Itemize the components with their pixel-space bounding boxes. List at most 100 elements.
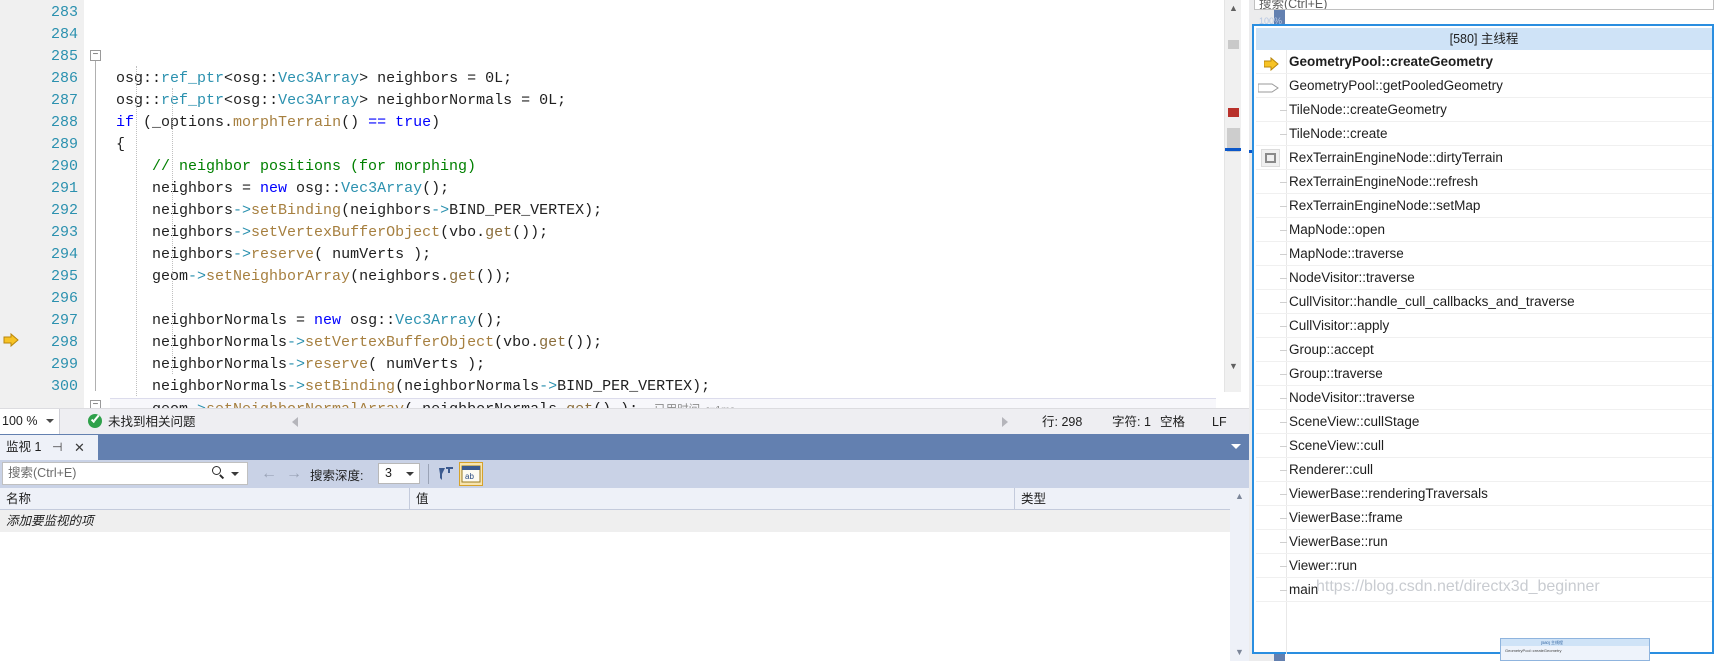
callstack-row[interactable]: MapNode::traverse: [1256, 242, 1712, 266]
pin-icon[interactable]: ⊣: [52, 435, 62, 460]
search-depth-combo[interactable]: 3: [378, 463, 420, 484]
code-token: ->: [233, 246, 252, 263]
callstack-row[interactable]: Viewer::run: [1256, 554, 1712, 578]
callstack-row-icon-cell: [1256, 362, 1287, 385]
callstack-row[interactable]: ViewerBase::frame: [1256, 506, 1712, 530]
callstack-row[interactable]: RexTerrainEngineNode::setMap: [1256, 194, 1712, 218]
watermark-text: https://blog.csdn.net/directx3d_beginner: [1316, 578, 1600, 595]
tab-watch-1[interactable]: 监视 1 ⊣ ✕: [0, 435, 98, 460]
code-folding-column[interactable]: − −: [84, 0, 110, 408]
callstack-thread-header[interactable]: [580] 主线程: [1256, 28, 1712, 50]
caret-line-indicator: 行: 298: [1042, 415, 1083, 429]
hscroll-right-arrow-icon[interactable]: [1002, 417, 1008, 427]
scroll-down-arrow-icon[interactable]: ▼: [1225, 358, 1242, 375]
watch-vertical-scrollbar[interactable]: ▲ ▼: [1230, 488, 1249, 661]
visual-studio-debug-window: 283 284 285 286 287 288 289 290 291 292 293 294 295 2…: [0, 0, 1714, 661]
code-line[interactable]: {: [110, 134, 1230, 156]
indentation-indicator[interactable]: 空格: [1160, 409, 1185, 435]
editor-indicator-margin[interactable]: [0, 0, 22, 408]
tab-overflow-chevron-icon[interactable]: [1231, 444, 1241, 449]
callstack-row[interactable]: Group::accept: [1256, 338, 1712, 362]
callstack-row-icon-cell: [1256, 506, 1287, 529]
thumbnail-popup[interactable]: [580] 主线程 GeometryPool::createGeometry: [1500, 638, 1650, 661]
callstack-row-current[interactable]: GeometryPool::createGeometry: [1256, 50, 1712, 74]
code-token: reserve: [251, 246, 315, 263]
chevron-down-icon[interactable]: [46, 419, 54, 423]
line-ending-indicator[interactable]: LF: [1212, 409, 1227, 435]
callstack-search-input[interactable]: 搜索(Ctrl+E): [1254, 0, 1714, 10]
column-header-type[interactable]: 类型: [1015, 488, 1230, 510]
callstack-tick-icon: [1280, 422, 1287, 423]
code-line[interactable]: geom->setNeighborArray(neighbors.get());: [110, 266, 1230, 288]
zoom-level-combo[interactable]: 100 %: [0, 409, 60, 434]
callstack-row[interactable]: SceneView::cullStage: [1256, 410, 1712, 434]
callstack-tick-icon: [1280, 374, 1287, 375]
code-pane[interactable]: 283 284 285 286 287 288 289 290 291 292 293 294 295 2…: [0, 0, 1249, 408]
source-code-text[interactable]: osg::ref_ptr<osg::Vec3Array> neighbors =…: [110, 0, 1230, 408]
callstack-row[interactable]: NodeVisitor::traverse: [1256, 386, 1712, 410]
callstack-row[interactable]: TileNode::createGeometry: [1256, 98, 1712, 122]
callstack-row[interactable]: CullVisitor::handle_cull_callbacks_and_t…: [1256, 290, 1712, 314]
close-icon[interactable]: ✕: [74, 435, 85, 460]
callstack-row[interactable]: MapNode::open: [1256, 218, 1712, 242]
search-options-chevron-icon[interactable]: [231, 472, 239, 476]
callstack-row[interactable]: TileNode::create: [1256, 122, 1712, 146]
callstack-row[interactable]: GeometryPool::getPooledGeometry: [1256, 74, 1712, 98]
code-token: osg: [116, 70, 144, 87]
code-line[interactable]: neighbors->setVertexBufferObject(vbo.get…: [110, 222, 1230, 244]
callstack-row[interactable]: SceneView::cull: [1256, 434, 1712, 458]
callstack-row[interactable]: NodeVisitor::traverse: [1256, 266, 1712, 290]
callstack-row[interactable]: CullVisitor::apply: [1256, 314, 1712, 338]
code-token: osg::: [341, 312, 396, 329]
code-line[interactable]: neighborNormals->setVertexBufferObject(v…: [110, 332, 1230, 354]
column-header-value[interactable]: 值: [410, 488, 1015, 510]
code-line[interactable]: neighborNormals->reserve( numVerts );: [110, 354, 1230, 376]
code-line[interactable]: neighborNormals = new osg::Vec3Array();: [110, 310, 1230, 332]
fold-toggle-icon[interactable]: −: [90, 50, 101, 61]
code-line[interactable]: neighbors = new osg::Vec3Array();: [110, 178, 1230, 200]
callstack-list[interactable]: 100% [580] 主线程 GeometryPool::createGeome…: [1252, 16, 1714, 654]
callstack-row-icon-cell: [1256, 554, 1287, 577]
callstack-row-icon-cell: [1256, 194, 1287, 217]
callstack-row[interactable]: ViewerBase::run: [1256, 530, 1712, 554]
line-number: 285: [50, 48, 78, 65]
search-previous-button[interactable]: ←: [258, 464, 280, 484]
chevron-down-icon[interactable]: [406, 472, 414, 476]
code-line[interactable]: osg::ref_ptr<osg::Vec3Array> neighborNor…: [110, 90, 1230, 112]
code-line[interactable]: // neighbor positions (for morphing): [110, 156, 1230, 178]
code-token: neighbors =: [116, 180, 261, 197]
fold-range-line: [95, 61, 96, 391]
code-line-current[interactable]: geom->setNeighborNormalArray( neighborNo…: [110, 398, 1216, 408]
code-line[interactable]: if (_options.morphTerrain() == true): [110, 112, 1230, 134]
fold-toggle-icon[interactable]: −: [90, 400, 101, 408]
scroll-up-arrow-icon[interactable]: ▲: [1225, 0, 1242, 17]
filter-pin-icon[interactable]: [436, 464, 456, 484]
scroll-up-arrow-icon[interactable]: ▲: [1230, 488, 1249, 505]
callstack-row[interactable]: ViewerBase::renderingTraversals: [1256, 482, 1712, 506]
callstack-row[interactable]: Group::traverse: [1256, 362, 1712, 386]
code-token: neighborNormals: [116, 378, 288, 395]
search-next-button[interactable]: →: [283, 464, 305, 484]
callstack-row[interactable]: RexTerrainEngineNode::refresh: [1256, 170, 1712, 194]
callstack-row[interactable]: RexTerrainEngineNode::dirtyTerrain: [1256, 146, 1712, 170]
search-icon[interactable]: [212, 466, 225, 479]
scroll-down-arrow-icon[interactable]: ▼: [1230, 644, 1249, 661]
code-line[interactable]: neighbors->setBinding(neighbors->BIND_PE…: [110, 200, 1230, 222]
hscroll-left-arrow-icon[interactable]: [292, 417, 298, 427]
watch-search-placeholder: 搜索(Ctrl+E): [8, 466, 77, 480]
code-line[interactable]: neighborNormals->setBinding(neighborNorm…: [110, 376, 1230, 398]
watch-rows-container[interactable]: 添加要监视的项: [0, 510, 1230, 661]
callstack-row-icon-cell: [1256, 50, 1286, 73]
watch-search-input[interactable]: 搜索(Ctrl+E): [2, 462, 248, 485]
hexadecimal-display-toggle[interactable]: ab: [459, 462, 483, 486]
code-line[interactable]: [110, 288, 1230, 310]
code-line[interactable]: neighbors->reserve( numVerts );: [110, 244, 1230, 266]
code-line[interactable]: osg::ref_ptr<osg::Vec3Array> neighbors =…: [110, 68, 1230, 90]
callstack-row-icon-cell: [1256, 338, 1287, 361]
line-number: 296: [50, 290, 78, 307]
watch-add-item-row[interactable]: 添加要监视的项: [0, 510, 1230, 532]
watch-tab-strip: 监视 1 ⊣ ✕: [0, 434, 1249, 460]
column-header-name[interactable]: 名称: [0, 488, 410, 510]
editor-vertical-scrollbar[interactable]: ▲ ▼: [1224, 0, 1242, 392]
callstack-row[interactable]: Renderer::cull: [1256, 458, 1712, 482]
